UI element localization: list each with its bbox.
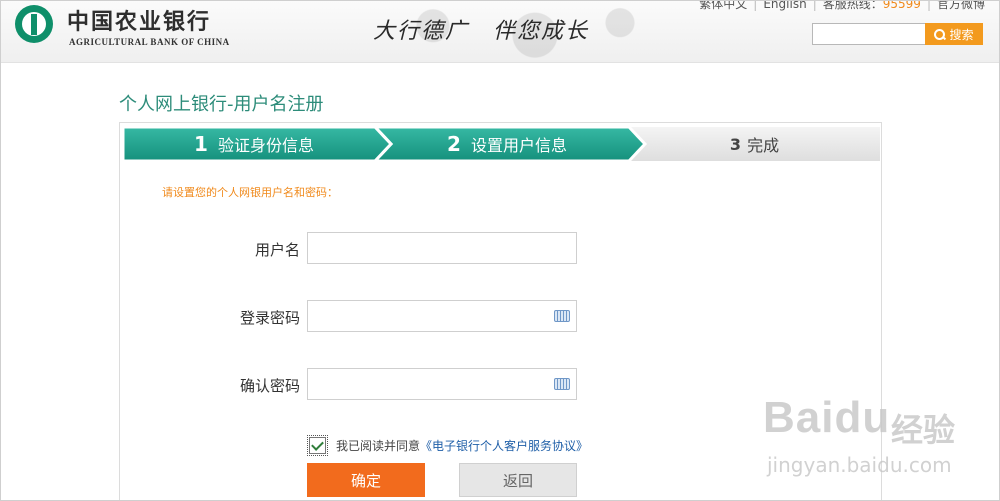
page-title: 个人网上银行-用户名注册 [119, 94, 324, 115]
logo-english-name: AGRICULTURAL BANK OF CHINA [69, 37, 230, 47]
baidu-jingyan-watermark: Baidu 经验 jingyan.baidu.com [763, 393, 993, 488]
confirm-button[interactable]: 确定 [307, 463, 425, 497]
agreement-link[interactable]: 《电子银行个人客户服务协议》 [420, 437, 588, 454]
username-label: 用户名 [254, 241, 300, 259]
agreement-checkbox[interactable] [307, 435, 328, 456]
back-button[interactable]: 返回 [459, 463, 577, 497]
top-links: 繁体中文 | English | 客服热线：95599 | 官方微博 [699, 0, 985, 12]
step-1-number: 1 [194, 132, 208, 156]
slogan: 大行德广 伴您成长 [373, 13, 589, 45]
logo-chinese-name[interactable]: 中国农业银行 [67, 4, 211, 36]
step-2-label: 设置用户信息 [470, 136, 567, 155]
hotline-label: 客服热线： [822, 0, 883, 11]
watermark-cn: 经验 [891, 411, 956, 449]
step-2: 2 设置用户信息 [375, 127, 639, 161]
abc-logo-icon[interactable] [15, 5, 53, 43]
agreement-row: 我已阅读并同意 《电子银行个人客户服务协议》 [307, 435, 588, 456]
confirm-password-input[interactable] [307, 368, 577, 400]
progress-steps: 1 验证身份信息 2 设置用户信息 3 完成 [123, 127, 880, 161]
step-3: 3 完成 [629, 127, 880, 161]
traditional-chinese-link[interactable]: 繁体中文 [699, 1, 747, 11]
search-button[interactable]: 搜索 [925, 23, 983, 45]
english-link[interactable]: English [763, 1, 806, 11]
hotline-number: 95599 [882, 0, 921, 11]
watermark-url: jingyan.baidu.com [767, 453, 952, 477]
official-weibo-link[interactable]: 官方微博 [937, 1, 985, 11]
password-input[interactable] [307, 300, 577, 332]
slogan-part-1: 大行德广 [373, 19, 470, 44]
site-header: 中国农业银行 AGRICULTURAL BANK OF CHINA 大行德广 伴您… [1, 0, 999, 63]
browser-frame: 中国农业银行 AGRICULTURAL BANK OF CHINA 大行德广 伴您… [0, 0, 1000, 501]
confirm-password-label: 确认密码 [239, 377, 300, 395]
step-3-label: 完成 [747, 136, 780, 155]
step-1-label: 验证身份信息 [217, 136, 314, 155]
search-button-label: 搜索 [949, 27, 974, 42]
search-input[interactable] [812, 23, 926, 45]
search-icon [934, 28, 946, 40]
password-label: 登录密码 [239, 309, 300, 327]
username-input[interactable] [307, 232, 577, 264]
keyboard-icon[interactable] [554, 310, 570, 322]
step-2-number: 2 [447, 132, 461, 156]
slogan-part-2: 伴您成长 [493, 19, 590, 44]
step-3-number: 3 [729, 134, 742, 154]
instruction-text: 请设置您的个人网银用户名和密码： [162, 186, 338, 199]
watermark-brand: Baidu [763, 393, 891, 442]
agreement-text: 我已阅读并同意 [336, 439, 421, 453]
keyboard-icon[interactable] [554, 378, 570, 390]
step-1: 1 验证身份信息 [123, 127, 385, 161]
